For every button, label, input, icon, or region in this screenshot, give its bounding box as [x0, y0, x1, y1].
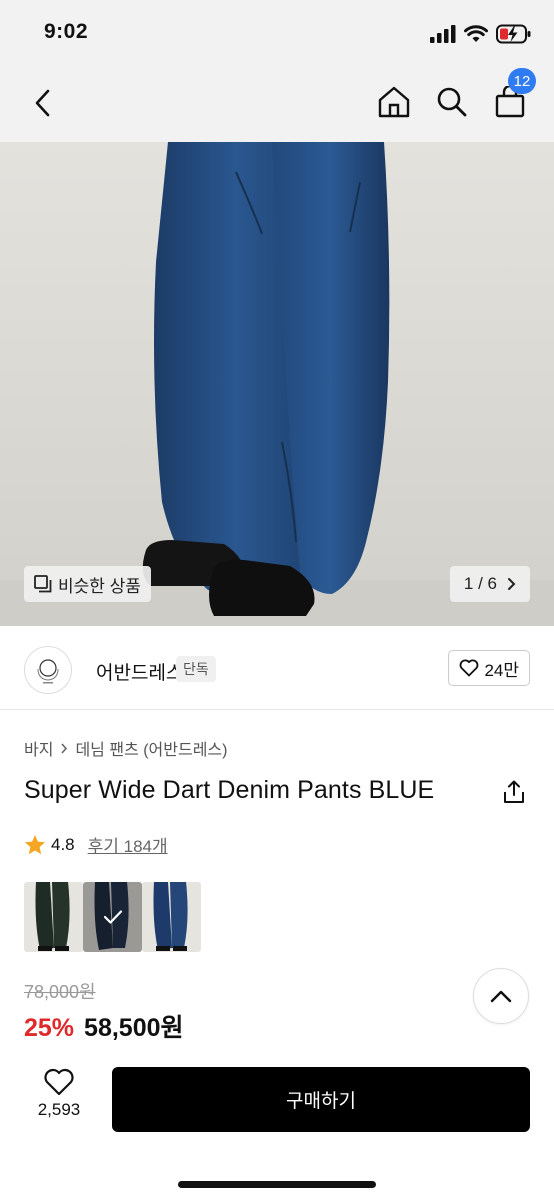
share-button[interactable] [500, 778, 528, 806]
selected-check-icon [103, 910, 122, 924]
similar-items-icon [34, 575, 52, 593]
home-indicator [178, 1181, 376, 1188]
star-icon [25, 834, 45, 854]
brand-name[interactable]: 어반드레스 [96, 658, 183, 685]
image-counter-button[interactable]: 1 / 6 [449, 566, 530, 602]
wifi-icon [464, 25, 488, 42]
original-price: 78,000원 [24, 982, 96, 1002]
chevron-right-icon [508, 578, 516, 590]
color-option-dark-navy[interactable] [83, 882, 142, 952]
similar-products-label: 비슷한 상품 [58, 576, 141, 596]
price-row: 25% 58,500원 [24, 1008, 184, 1044]
similar-products-button[interactable]: 비슷한 상품 [24, 566, 151, 602]
chevron-right-icon [61, 742, 68, 754]
search-button[interactable] [434, 84, 470, 120]
color-options [24, 882, 201, 952]
color-option-black[interactable] [24, 882, 83, 952]
share-icon [504, 780, 524, 803]
status-time: 9:02 [44, 20, 89, 43]
sale-price: 58,500원 [84, 1014, 184, 1042]
heart-icon [460, 659, 479, 677]
nav-actions: 12 [376, 68, 536, 120]
breadcrumb-category[interactable]: 바지 [24, 736, 53, 760]
home-button[interactable] [376, 84, 412, 120]
rating-row: 4.8 후기 184개 [24, 832, 168, 857]
product-title: Super Wide Dart Denim Pants BLUE [24, 776, 435, 804]
color-thumbnail-image [35, 882, 70, 951]
reviews-link[interactable]: 후기 184개 [88, 832, 168, 857]
brand-row: 어반드레스 단독 24만 [0, 626, 554, 710]
exclusive-badge: 단독 [176, 656, 216, 682]
cart-count-badge: 12 [508, 68, 536, 94]
buy-button[interactable]: 구매하기 [112, 1067, 530, 1132]
cellular-signal-icon [430, 25, 456, 43]
status-bar: 9:02 [0, 0, 554, 66]
rating-value: 4.8 [51, 834, 75, 854]
wishlist-count: 2,593 [37, 1100, 81, 1119]
product-image-carousel[interactable]: 비슷한 상품 1 / 6 [0, 142, 554, 626]
color-thumbnail-image [153, 882, 188, 951]
search-icon [437, 87, 467, 117]
battery-charging-icon [496, 24, 531, 44]
back-button[interactable] [26, 86, 60, 120]
brand-logo-emblem [37, 659, 59, 684]
discount-rate: 25% [24, 1014, 75, 1042]
nav-bar: 12 [0, 66, 554, 142]
heart-icon [44, 1068, 74, 1096]
wishlist-button[interactable]: 2,593 [26, 1068, 92, 1132]
breadcrumb: 바지 데님 팬츠 (어반드레스) [24, 736, 227, 760]
breadcrumb-subcategory[interactable]: 데님 팬츠 (어반드레스) [75, 736, 227, 760]
brand-logo[interactable] [24, 646, 72, 694]
brand-like-count: 24만 [484, 660, 519, 680]
scroll-to-top-button[interactable] [473, 968, 529, 1024]
chevron-up-icon [490, 990, 512, 1003]
home-icon [378, 86, 410, 118]
chevron-left-icon [35, 89, 50, 117]
status-icons [430, 24, 532, 44]
brand-like-button[interactable]: 24만 [448, 650, 530, 686]
image-counter: 1 / 6 [463, 574, 497, 593]
color-option-blue[interactable] [142, 882, 201, 952]
cart-button[interactable]: 12 [492, 68, 536, 120]
product-photo [0, 142, 554, 626]
